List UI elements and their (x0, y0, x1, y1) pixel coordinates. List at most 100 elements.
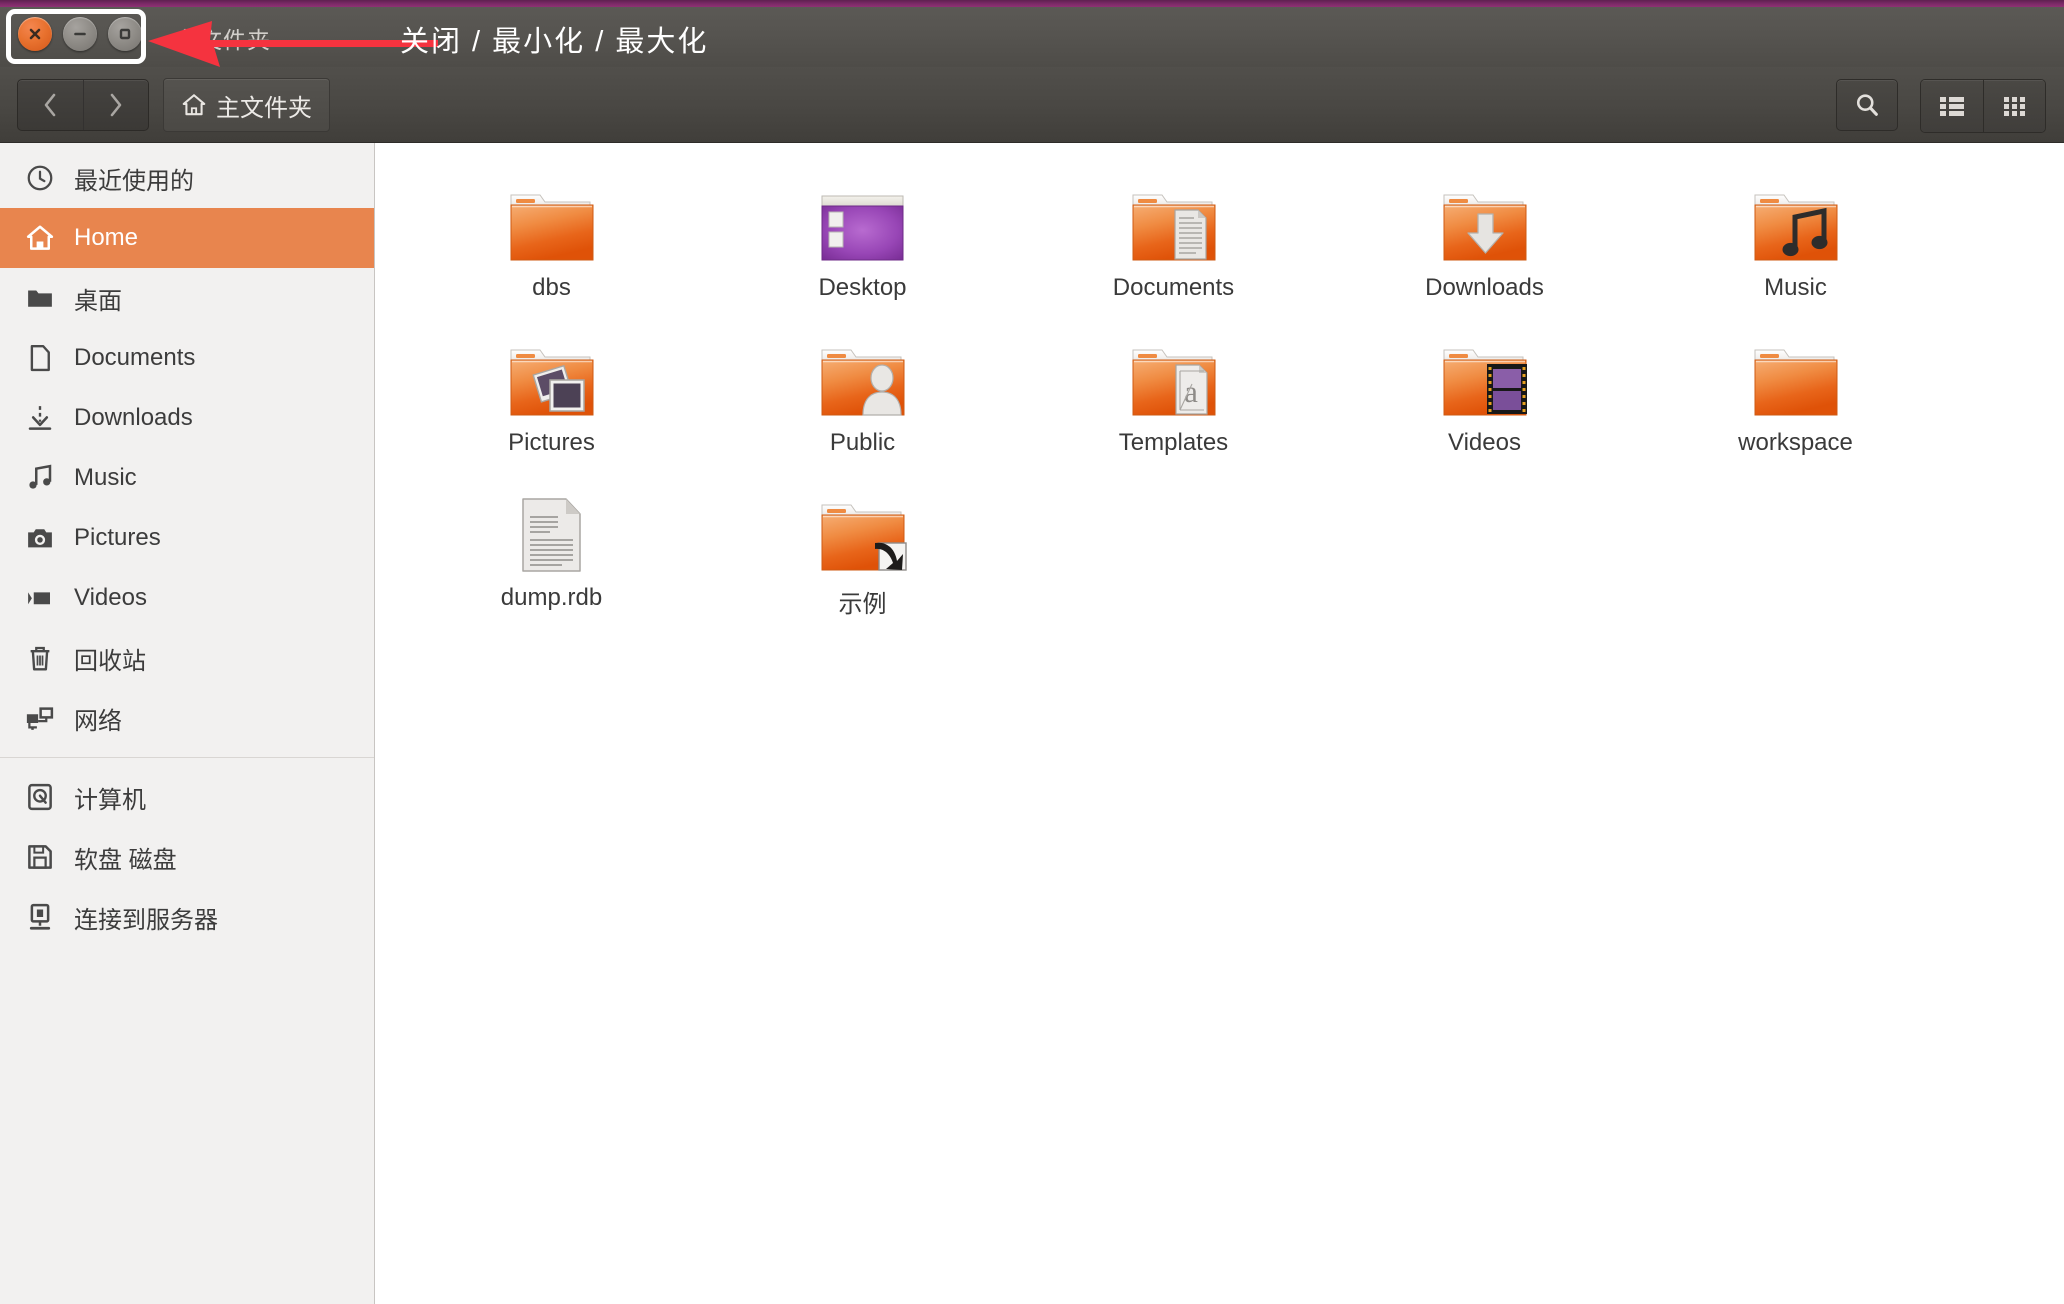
window-titlebar: 主文件夹 关闭 / 最小化 / 最大化 (0, 7, 2064, 67)
sidebar-item-Pictures[interactable]: Pictures (0, 508, 374, 568)
sidebar: 最近使用的 Home 桌面 Documents Downloads Music Pictur… (0, 143, 375, 1304)
file-manager-window: 主文件夹 关闭 / 最小化 / 最大化 (0, 0, 2064, 1304)
forward-button[interactable] (82, 80, 149, 130)
chevron-right-icon (110, 93, 122, 117)
sidebar-item-回收站[interactable]: 回收站 (0, 628, 374, 688)
file-item[interactable]: Pictures (396, 320, 707, 475)
folder-plain-icon (1748, 320, 1844, 424)
sidebar-item-label: 连接到服务器 (74, 906, 218, 934)
file-item[interactable]: Music (1640, 165, 1951, 320)
list-view-button[interactable] (1921, 80, 1983, 132)
close-icon (29, 28, 41, 40)
video-icon (24, 583, 56, 613)
sidebar-item-网络[interactable]: 网络 (0, 688, 374, 748)
desktop-top-strip (0, 0, 2064, 7)
annotation-red-arrow (148, 21, 438, 67)
file-item[interactable]: Downloads (1329, 165, 1640, 320)
sidebar-group-devices: 计算机软盘 磁盘连接到服务器 (0, 767, 374, 947)
file-item-label: Music (1764, 274, 1827, 301)
sidebar-item-label: Home (74, 224, 139, 251)
folder-icon (24, 283, 56, 313)
sidebar-item-label: 最近使用的 (74, 167, 194, 195)
sidebar-item-Videos[interactable]: Videos (0, 568, 374, 628)
sidebar-item-Documents[interactable]: Documents (0, 328, 374, 388)
file-item[interactable]: dump.rdb (396, 475, 707, 630)
navigation-button-group (17, 79, 149, 131)
chevron-left-icon (44, 93, 56, 117)
camera-icon (24, 523, 56, 553)
toolbar: 主文件夹 (0, 67, 2064, 143)
close-button[interactable] (18, 17, 52, 51)
file-item[interactable]: a Templates (1018, 320, 1329, 475)
sidebar-item-Home[interactable]: Home (0, 208, 374, 268)
back-button[interactable] (18, 80, 83, 130)
file-list-view: dbs Desktop Documents Downloads Music Pi… (376, 143, 2064, 1304)
file-item-label: Public (829, 429, 896, 456)
view-mode-group (1920, 79, 2046, 133)
file-item[interactable]: Desktop (707, 165, 1018, 320)
sidebar-item-label: 回收站 (74, 647, 146, 675)
sidebar-item-Downloads[interactable]: Downloads (0, 388, 374, 448)
download-icon (24, 403, 56, 433)
file-item[interactable]: 示例 (707, 475, 1018, 630)
sidebar-item-label: 桌面 (74, 287, 122, 315)
minimize-button[interactable] (63, 17, 97, 51)
window-controls (18, 17, 142, 51)
breadcrumb-label: 主文件夹 (216, 94, 312, 122)
sidebar-item-label: Videos (74, 584, 147, 611)
sidebar-item-Music[interactable]: Music (0, 448, 374, 508)
document-icon (24, 343, 56, 373)
file-item[interactable]: Public (707, 320, 1018, 475)
folder-pictures-icon (504, 320, 600, 424)
search-icon (1856, 94, 1878, 116)
breadcrumb[interactable]: 主文件夹 (163, 78, 330, 132)
folder-public-icon (815, 320, 911, 424)
grid-view-button[interactable] (1983, 80, 2045, 132)
network-icon (24, 703, 56, 733)
text-file-icon (504, 475, 600, 579)
sidebar-item-软盘 磁盘[interactable]: 软盘 磁盘 (0, 827, 374, 887)
maximize-icon (119, 28, 131, 40)
svg-text:a: a (1184, 374, 1198, 409)
computer-disk-icon (24, 782, 56, 812)
folder-templates-icon: a (1126, 320, 1222, 424)
clock-icon (24, 163, 56, 193)
file-item[interactable]: dbs (396, 165, 707, 320)
sidebar-item-label: Music (74, 464, 137, 491)
sidebar-group-places: 最近使用的 Home 桌面 Documents Downloads Music Pictur… (0, 148, 374, 748)
maximize-button[interactable] (108, 17, 142, 51)
file-item[interactable]: Documents (1018, 165, 1329, 320)
file-item-label: dump.rdb (500, 584, 603, 611)
sidebar-item-桌面[interactable]: 桌面 (0, 268, 374, 328)
sidebar-item-连接到服务器[interactable]: 连接到服务器 (0, 887, 374, 947)
file-item-label: Desktop (818, 274, 907, 301)
file-item-label: 示例 (838, 591, 887, 618)
sidebar-item-label: 计算机 (74, 786, 146, 814)
folder-music-icon (1748, 165, 1844, 269)
sidebar-item-label: 软盘 磁盘 (74, 846, 177, 874)
floppy-disk-icon (24, 842, 56, 872)
folder-documents-icon (1126, 165, 1222, 269)
annotation-label: 关闭 / 最小化 / 最大化 (400, 26, 709, 58)
sidebar-item-label: Downloads (74, 404, 193, 431)
search-button[interactable] (1836, 79, 1898, 131)
file-item[interactable]: Videos (1329, 320, 1640, 475)
file-item-label: Downloads (1425, 274, 1544, 301)
file-item-label: Videos (1448, 429, 1521, 456)
folder-videos-icon (1437, 320, 1533, 424)
grid-view-icon (2003, 97, 2025, 116)
home-icon (24, 223, 56, 253)
file-item-label: dbs (532, 274, 571, 301)
file-item[interactable]: workspace (1640, 320, 1951, 475)
file-item-label: Templates (1118, 429, 1229, 456)
file-item-label: workspace (1738, 429, 1853, 456)
server-connect-icon (24, 902, 56, 932)
sidebar-item-label: Documents (74, 344, 196, 371)
sidebar-item-最近使用的[interactable]: 最近使用的 (0, 148, 374, 208)
folder-downloads-icon (1437, 165, 1533, 269)
file-item-label: Documents (1112, 274, 1235, 301)
sidebar-item-计算机[interactable]: 计算机 (0, 767, 374, 827)
trash-icon (24, 643, 56, 673)
folder-desktop-icon (815, 165, 911, 269)
home-icon (182, 94, 206, 116)
